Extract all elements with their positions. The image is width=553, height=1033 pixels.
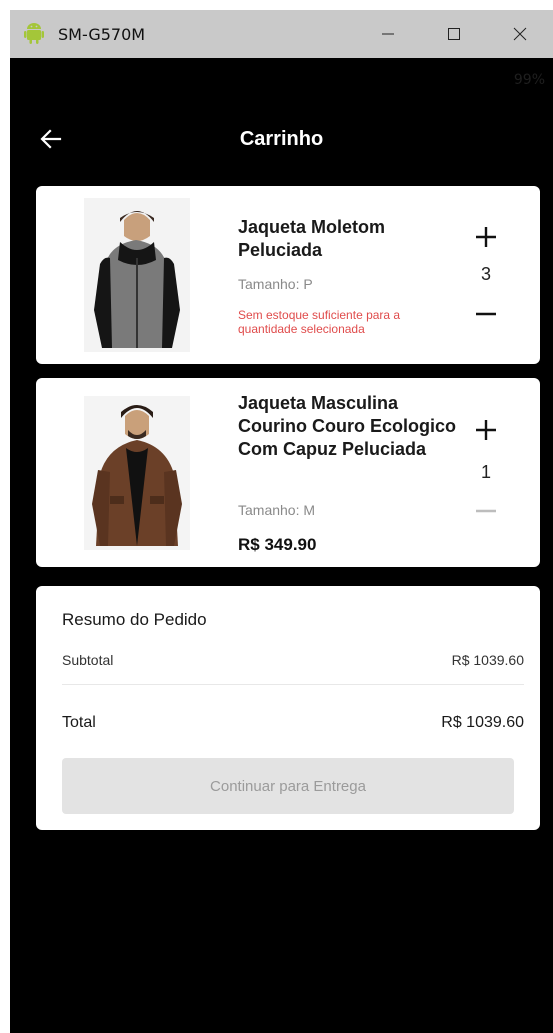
window-title: SM-G570M [58,24,146,44]
increase-quantity-button[interactable] [472,416,500,444]
decrease-quantity-button[interactable] [472,300,500,328]
quantity-value: 1 [480,462,491,482]
back-button[interactable] [34,122,68,156]
minus-icon [476,509,496,513]
summary-divider [62,684,524,685]
product-size: Tamanho: M [238,502,316,518]
battery-percent: 99% [513,72,545,88]
close-button[interactable] [487,10,553,58]
phone-screen: 99% Carrinho Jaqueta Moletom Peluciada T… [10,58,553,1033]
close-icon [513,27,527,41]
subtotal-value: R$ 1039.60 [451,652,524,668]
minimize-icon [382,33,394,35]
minimize-button[interactable] [355,10,421,58]
arrow-left-icon [40,129,62,149]
stock-warning: Sem estoque suficiente para a quantidade… [238,308,401,336]
summary-title: Resumo do Pedido [62,610,207,629]
cart-item: Jaqueta Masculina Courino Couro Ecologic… [36,378,540,567]
cart-item: Jaqueta Moletom Peluciada Tamanho: P Sem… [36,186,540,364]
subtotal-label: Subtotal [62,652,114,668]
minus-icon [476,312,496,316]
product-price: R$ 349.90 [238,535,317,554]
emulator-title-bar: SM-G570M [10,10,553,58]
product-image [84,198,190,352]
increase-quantity-button[interactable] [472,223,500,251]
subtotal-row: Subtotal R$ 1039.60 [62,652,524,668]
product-image [84,396,190,550]
quantity-value: 3 [480,264,491,284]
product-name: Jaqueta Moletom Peluciada [238,217,386,260]
window-controls [355,10,553,58]
maximize-button[interactable] [421,10,487,58]
order-summary: Resumo do Pedido Subtotal R$ 1039.60 Tot… [36,586,540,830]
total-label: Total [62,714,96,731]
continue-to-delivery-button[interactable]: Continuar para Entrega [62,758,514,814]
total-value: R$ 1039.60 [441,714,524,731]
plus-icon [476,227,496,247]
status-bar: 99% [10,58,553,102]
android-icon [24,23,44,45]
product-size: Tamanho: P [238,276,313,292]
total-row: Total R$ 1039.60 [62,714,524,732]
page-title: Carrinho [239,127,324,150]
decrease-quantity-button[interactable] [472,497,500,525]
plus-icon [476,420,496,440]
maximize-icon [448,28,460,40]
app-bar: Carrinho [10,102,553,176]
product-name: Jaqueta Masculina Courino Couro Ecologic… [238,393,456,459]
